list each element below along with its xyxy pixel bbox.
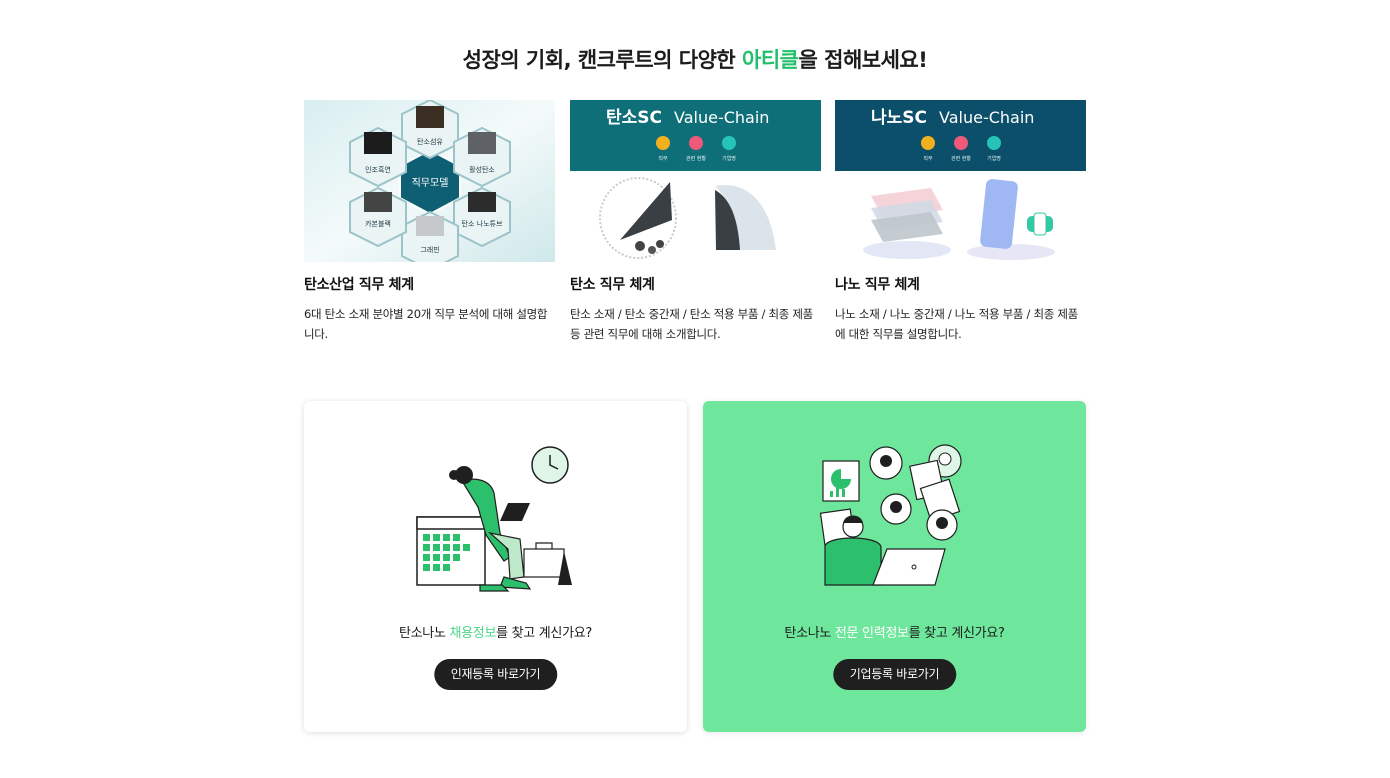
- article-thumbnail[interactable]: 직무모델 탄소섬유 활성탄소 탄소 나노튜브 그래핀 카본블랙 인조흑연: [304, 100, 555, 262]
- company-register-button[interactable]: 기업등록 바로가기: [832, 659, 957, 690]
- svg-text:탄소섬유: 탄소섬유: [417, 137, 443, 146]
- article-card-carbon-industry[interactable]: 직무모델 탄소섬유 활성탄소 탄소 나노튜브 그래핀 카본블랙 인조흑연 탄소산…: [304, 100, 555, 344]
- job-seeker-panel: 탄소나노 채용정보를 찾고 계신가요? 인재등록 바로가기: [304, 401, 687, 732]
- svg-text:관련 현황: 관련 현황: [951, 155, 971, 162]
- question-highlight: 전문 인력정보: [834, 626, 909, 641]
- svg-text:그래핀: 그래핀: [420, 245, 439, 254]
- card-description: 나노 소재 / 나노 중간재 / 나노 적용 부품 / 최종 제품에 대한 직무…: [835, 307, 1078, 341]
- svg-text:기업명: 기업명: [987, 155, 1001, 162]
- hex-center-label: 직무모델: [412, 177, 449, 189]
- article-thumbnail[interactable]: 탄소SC Value-Chain 직무 관련 현황 기업명: [570, 100, 821, 262]
- expert-info-question: 탄소나노 전문 인력정보를 찾고 계신가요?: [784, 626, 1005, 641]
- person-laptop-calendar-icon: [416, 446, 572, 592]
- svg-text:카본블랙: 카본블랙: [365, 219, 391, 228]
- card-description: 탄소 소재 / 탄소 중간재 / 탄소 적용 부품 / 최종 제품 등 관련 직…: [570, 307, 813, 341]
- card-description: 6대 탄소 소재 분야별 20개 직무 분석에 대해 설명합니다.: [304, 307, 548, 341]
- article-cards: 직무모델 탄소섬유 활성탄소 탄소 나노튜브 그래핀 카본블랙 인조흑연 탄소산…: [304, 100, 1086, 350]
- carbon-value-chain-graphic: 탄소SC Value-Chain 직무 관련 현황 기업명: [570, 100, 821, 262]
- headline-accent: 아티클: [742, 48, 799, 72]
- question-highlight: 채용정보: [449, 626, 497, 641]
- card-title[interactable]: 탄소산업 직무 체계: [304, 274, 555, 294]
- article-card-carbon-job[interactable]: 탄소SC Value-Chain 직무 관련 현황 기업명 탄소 직무 체계 탄…: [570, 100, 821, 344]
- svg-text:직무: 직무: [923, 155, 933, 162]
- nano-value-chain-graphic: 나노SC Value-Chain 직무 관련 현황 기업명: [835, 100, 1086, 262]
- svg-text:나노SC: 나노SC: [871, 108, 927, 128]
- svg-text:관련 현황: 관련 현황: [686, 155, 706, 162]
- svg-text:Value-Chain: Value-Chain: [674, 108, 769, 127]
- person-network-profiles-icon: [819, 444, 962, 586]
- svg-text:기업명: 기업명: [722, 155, 736, 162]
- svg-text:탄소 나노튜브: 탄소 나노튜브: [462, 219, 503, 228]
- svg-text:활성탄소: 활성탄소: [469, 165, 495, 174]
- talent-register-button[interactable]: 인재등록 바로가기: [433, 659, 558, 690]
- job-info-question: 탄소나노 채용정보를 찾고 계신가요?: [398, 626, 592, 641]
- svg-text:탄소SC: 탄소SC: [606, 108, 662, 128]
- article-thumbnail[interactable]: 나노SC Value-Chain 직무 관련 현황 기업명: [835, 100, 1086, 262]
- svg-text:인조흑연: 인조흑연: [365, 165, 391, 174]
- svg-text:직무: 직무: [658, 155, 668, 162]
- article-card-nano-job[interactable]: 나노SC Value-Chain 직무 관련 현황 기업명 나노 직무 체계 나…: [835, 100, 1086, 344]
- card-title[interactable]: 탄소 직무 체계: [570, 274, 821, 294]
- page-title: 성장의 기회, 캔크루트의 다양한 아티클을 접해보세요!: [462, 48, 928, 72]
- hexagon-job-model-graphic: 직무모델 탄소섬유 활성탄소 탄소 나노튜브 그래핀 카본블랙 인조흑연: [304, 100, 555, 262]
- company-panel: 탄소나노 전문 인력정보를 찾고 계신가요? 기업등록 바로가기: [703, 401, 1086, 732]
- svg-text:Value-Chain: Value-Chain: [939, 108, 1034, 127]
- card-title[interactable]: 나노 직무 체계: [835, 274, 1086, 294]
